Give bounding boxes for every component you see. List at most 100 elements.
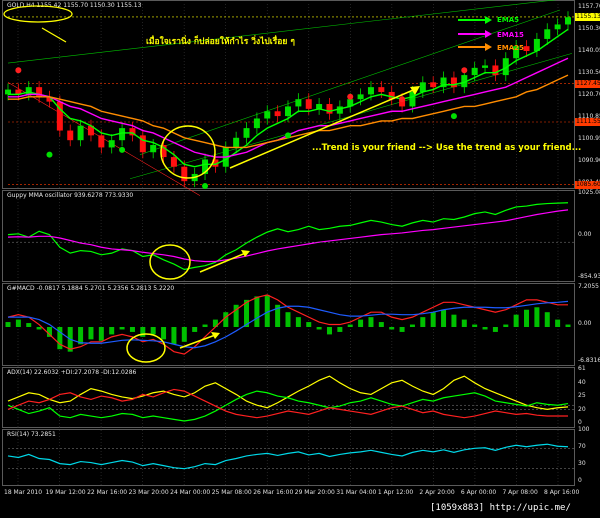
macd-histogram-bar xyxy=(472,324,478,327)
legend-ema25: EMA25 xyxy=(497,44,524,52)
macd-histogram-bar xyxy=(181,327,187,342)
macd-histogram-bar xyxy=(347,324,353,327)
x-axis-tick-label: 18 Mar 2010 xyxy=(4,489,43,496)
candle-body xyxy=(77,125,84,141)
price-level-label: 1155.13 xyxy=(575,12,600,21)
candle-body xyxy=(305,99,312,109)
legend-arrow-head xyxy=(485,43,492,51)
candle-body xyxy=(25,87,32,95)
annotation-arrow xyxy=(41,27,67,43)
macd-histogram-bar xyxy=(420,317,426,327)
x-axis-tick-label: 22 Mar 16:00 xyxy=(87,489,128,496)
macd-histogram-bar xyxy=(98,327,104,341)
image-size-footer: [1059x883] http://upic.me/ xyxy=(430,503,571,513)
macd-histogram-bar xyxy=(36,327,42,330)
macd-histogram-bar xyxy=(171,327,177,345)
macd-histogram-bar xyxy=(337,327,343,332)
candle-body xyxy=(378,87,385,92)
macd-histogram-bar xyxy=(451,314,457,327)
candle-body xyxy=(316,104,323,109)
macd-histogram-bar xyxy=(555,319,561,327)
fractal-marker xyxy=(202,183,209,189)
macd-histogram-bar xyxy=(295,317,301,327)
candle-body xyxy=(285,106,291,117)
candle-body xyxy=(544,29,551,39)
macd-histogram-bar xyxy=(409,324,415,327)
macd-histogram-bar xyxy=(389,327,395,330)
macd-histogram-bar xyxy=(368,317,374,327)
legend-ema5: EMA5 xyxy=(497,16,520,24)
macd-histogram-bar xyxy=(544,312,550,327)
macd-histogram-bar xyxy=(513,314,519,327)
fractal-marker xyxy=(347,93,354,100)
fractal-marker xyxy=(46,151,53,158)
trend-annotation: ...Trend is your friend --> Use the tren… xyxy=(312,143,582,153)
chart-window: GOLD,H4 1155.42 1155.70 1150.30 1155.13 … xyxy=(0,0,600,518)
candle-body xyxy=(233,137,240,148)
candle-body xyxy=(471,67,478,76)
macd-histogram-bar xyxy=(15,319,21,327)
macd-histogram-bar xyxy=(326,327,332,335)
macd-histogram-bar xyxy=(378,322,384,327)
x-axis-tick-label: 25 Mar 08:00 xyxy=(211,489,252,496)
candle-body xyxy=(492,65,499,76)
macd-histogram-bar xyxy=(161,327,167,340)
candle-body xyxy=(181,166,188,182)
x-axis-tick-label: 31 Mar 04:00 xyxy=(336,489,377,496)
candle-body xyxy=(482,65,489,68)
x-axis-tick-label: 23 Mar 20:00 xyxy=(128,489,169,496)
x-axis-tick-label: 1 Apr 12:00 xyxy=(377,489,414,496)
candle-body xyxy=(98,135,105,148)
macd-histogram-bar xyxy=(441,309,447,327)
x-axis-tick-label: 26 Mar 16:00 xyxy=(253,489,294,496)
macd-histogram-bar xyxy=(306,322,312,327)
fractal-marker xyxy=(119,146,126,153)
x-axis-tick-label: 8 Apr 16:00 xyxy=(544,489,580,496)
fractal-marker xyxy=(15,67,22,74)
macd-histogram-bar xyxy=(254,296,260,327)
macd-histogram-bar xyxy=(461,319,467,327)
macd-histogram-bar xyxy=(129,327,135,332)
macd-histogram-bar xyxy=(430,312,436,327)
macd-histogram-bar xyxy=(492,327,498,332)
candle-body xyxy=(450,77,457,88)
macd-histogram-bar xyxy=(109,327,115,335)
macd-histogram-bar xyxy=(150,327,156,335)
macd-histogram-bar xyxy=(285,312,291,327)
candle-body xyxy=(430,82,437,88)
indicator-line xyxy=(7,375,569,410)
price-level-label: 1085.60 xyxy=(575,180,600,189)
candle-body xyxy=(523,46,530,51)
indicator-line xyxy=(7,202,569,271)
x-axis-tick-label: 2 Apr 20:00 xyxy=(419,489,455,496)
candle-body xyxy=(295,99,302,107)
fractal-marker xyxy=(450,113,457,120)
candle-body xyxy=(565,17,571,25)
indicator-line xyxy=(7,209,569,263)
candle-body xyxy=(274,111,281,117)
macd-histogram-bar xyxy=(503,324,509,327)
macd-histogram-bar xyxy=(5,322,11,327)
legend-arrow-head xyxy=(485,30,492,38)
macd-histogram-bar xyxy=(140,327,146,337)
macd-histogram-bar xyxy=(316,327,322,330)
x-axis-tick-label: 29 Mar 20:00 xyxy=(294,489,335,496)
x-axis-tick-label: 6 Apr 00:00 xyxy=(460,489,497,496)
candle-body xyxy=(367,87,374,95)
macd-histogram-bar xyxy=(565,324,571,327)
candle-body xyxy=(357,94,364,100)
macd-histogram-bar xyxy=(524,309,530,327)
macd-histogram-bar xyxy=(399,327,405,332)
candle-body xyxy=(264,111,271,119)
macd-histogram-bar xyxy=(192,327,198,332)
candle-body xyxy=(67,130,74,141)
highlight-ellipse xyxy=(3,5,73,23)
indicator-line xyxy=(7,388,568,419)
fractal-marker xyxy=(285,132,291,139)
candle-body xyxy=(108,140,115,148)
fractal-marker xyxy=(461,67,468,74)
macd-histogram-bar xyxy=(88,327,94,340)
fractal-marker xyxy=(399,96,406,103)
macd-histogram-bar xyxy=(534,307,540,327)
thai-annotation: เมื่อใจเรานิ่ง ก็ปล่อยให้กำไร วิ่งไปเรื่… xyxy=(146,37,295,47)
